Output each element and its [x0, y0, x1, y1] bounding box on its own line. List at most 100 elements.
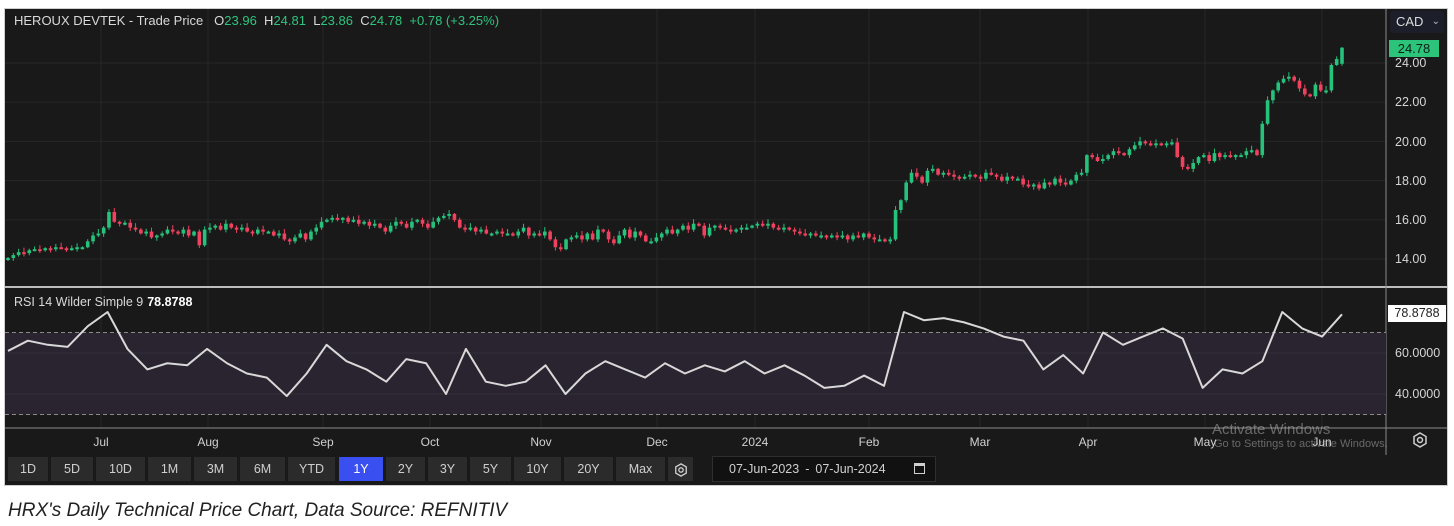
candle-down	[670, 229, 675, 234]
candle-down	[856, 235, 861, 238]
candle-down	[133, 227, 138, 230]
candle-up	[1334, 59, 1339, 65]
month-label: Mar	[969, 435, 991, 449]
candle-down	[234, 227, 239, 230]
candle-down	[1026, 184, 1031, 187]
date-from[interactable]: 07-Jun-2023	[729, 462, 799, 476]
candle-down	[303, 233, 308, 240]
currency-select[interactable]: CAD ⌄	[1390, 11, 1444, 33]
candle-up	[877, 239, 882, 242]
last-price-badge: 24.78	[1389, 40, 1439, 57]
candle-up	[1324, 90, 1328, 93]
candle-down	[867, 233, 871, 238]
candle-up	[564, 239, 568, 250]
candle-up	[1016, 178, 1020, 181]
rsi-tick: 40.0000	[1395, 387, 1441, 401]
candle-up	[1132, 145, 1137, 150]
candle-down	[1217, 153, 1222, 158]
range-6m-button[interactable]: 6M	[240, 457, 285, 481]
candle-up	[930, 168, 935, 171]
candle-down	[117, 221, 122, 224]
range-1m-button[interactable]: 1M	[148, 457, 191, 481]
candle-up	[1164, 143, 1169, 146]
candle-up	[277, 233, 281, 236]
candle-up	[574, 235, 579, 238]
candle-up	[181, 229, 186, 234]
chart-settings-icon[interactable]	[1412, 432, 1428, 448]
candle-up	[782, 227, 786, 230]
candle-down	[936, 168, 940, 175]
candle-up	[1271, 90, 1275, 101]
candle-up	[1154, 143, 1158, 146]
candle-up	[893, 210, 898, 240]
candle-up	[1329, 64, 1334, 91]
candle-up	[202, 229, 207, 246]
candle-up	[707, 227, 712, 236]
candle-up	[91, 235, 95, 242]
candle-down	[978, 176, 983, 179]
date-to[interactable]: 07-Jun-2024	[815, 462, 885, 476]
month-label: Sep	[312, 435, 334, 449]
candle-down	[1308, 94, 1312, 97]
candle-down	[553, 239, 558, 248]
change-value: +0.78 (+3.25%)	[409, 13, 500, 28]
candle-up	[941, 172, 946, 175]
activate-windows-hint: Go to Settings to activate Windows.	[1214, 438, 1388, 450]
range-1y-button[interactable]: 1Y	[339, 457, 383, 481]
candle-up	[750, 225, 754, 228]
candle-up	[1127, 149, 1132, 156]
candle-up	[681, 225, 685, 230]
candle-up	[1202, 155, 1206, 158]
range-5y-button[interactable]: 5Y	[470, 457, 511, 481]
candle-up	[160, 233, 164, 236]
candle-up	[904, 182, 908, 201]
candle-up	[388, 225, 393, 232]
candle-down	[824, 235, 829, 238]
candle-down	[872, 237, 877, 240]
activate-windows-watermark: Activate Windows	[1212, 421, 1331, 438]
candle-down	[973, 174, 978, 177]
candle-down	[686, 225, 691, 230]
range-max-button[interactable]: Max	[616, 457, 665, 481]
calendar-icon[interactable]	[914, 463, 925, 474]
range-20y-button[interactable]: 20Y	[564, 457, 613, 481]
range-3y-button[interactable]: 3Y	[428, 457, 467, 481]
candle-down	[511, 233, 515, 236]
candle-down	[1302, 88, 1307, 95]
price-tick: 24.00	[1395, 56, 1427, 70]
candle-up	[468, 227, 473, 230]
candle-down	[404, 223, 409, 228]
range-ytd-button[interactable]: YTD	[288, 457, 335, 481]
range-3m-button[interactable]: 3M	[194, 457, 237, 481]
candle-up	[165, 229, 170, 234]
candle-down	[1010, 176, 1015, 179]
date-range-picker[interactable]: 07-Jun-2023-07-Jun-2024	[712, 456, 936, 482]
candle-down	[1186, 166, 1190, 169]
candle-down	[548, 231, 552, 240]
candle-up	[192, 231, 196, 236]
candle-up	[622, 229, 627, 236]
range-10d-button[interactable]: 10D	[96, 457, 145, 481]
candle-up	[32, 249, 37, 252]
candle-up	[1233, 155, 1238, 158]
candle-up	[298, 233, 303, 238]
range-2y-button[interactable]: 2Y	[386, 457, 425, 481]
candle-up	[489, 233, 494, 236]
month-label: Apr	[1078, 435, 1098, 449]
candle-up	[1042, 182, 1047, 189]
candle-down	[399, 221, 404, 224]
range-10y-button[interactable]: 10Y	[514, 457, 561, 481]
candle-down	[771, 223, 776, 228]
candle-up	[1138, 141, 1142, 146]
candle-up	[309, 231, 313, 240]
range-settings-button[interactable]	[668, 457, 693, 481]
candle-down	[367, 221, 372, 226]
candle-down	[1021, 178, 1025, 185]
range-5d-button[interactable]: 5D	[51, 457, 93, 481]
candle-down	[48, 248, 53, 251]
candle-down	[420, 219, 425, 224]
candle-up	[888, 239, 893, 242]
candle-down	[697, 223, 701, 226]
range-1d-button[interactable]: 1D	[8, 457, 48, 481]
candle-up	[1069, 180, 1073, 185]
